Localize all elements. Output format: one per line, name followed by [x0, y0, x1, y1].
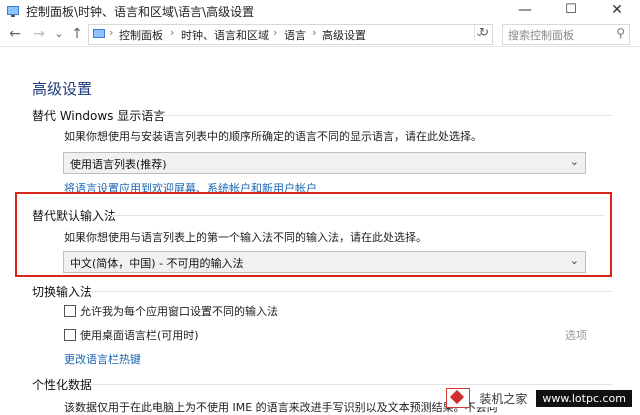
display-language-value: 使用语言列表(推荐)	[70, 158, 167, 171]
breadcrumb-control-panel[interactable]: 控制面板	[119, 27, 163, 43]
breadcrumb-advanced-settings[interactable]: 高级设置	[322, 27, 366, 43]
personalization-description: 该数据仅用于在此电脑上为不使用 IME 的语言来改进手写识别以及文本预测结果。不…	[64, 401, 498, 414]
section-heading-personalization: 个性化数据	[32, 378, 93, 392]
section-heading-switch-input: 切换输入法	[32, 285, 93, 299]
watermark: 装机之家 www.lotpc.com	[446, 387, 632, 409]
address-icon	[92, 27, 106, 41]
change-hotkeys-link[interactable]: 更改语言栏热键	[64, 351, 141, 367]
section-heading-display-language: 替代 Windows 显示语言	[32, 109, 166, 123]
window-title: 控制面板\时钟、语言和区域\语言\高级设置	[26, 5, 255, 19]
section-divider	[90, 291, 612, 292]
display-language-select[interactable]: 使用语言列表(推荐) ⌄	[63, 152, 586, 174]
section-divider	[160, 115, 612, 116]
per-app-input-label[interactable]: 允许我为每个应用窗口设置不同的输入法	[80, 303, 278, 319]
default-input-select[interactable]: 中文(简体，中国) - 不可用的输入法 ⌄	[63, 251, 586, 273]
language-bar-options-link[interactable]: 选项	[565, 327, 587, 343]
breadcrumb-clock-language-region[interactable]: 时钟、语言和区域	[181, 27, 269, 43]
chevron-down-icon: ⌄	[569, 254, 579, 267]
breadcrumb-separator: ›	[273, 26, 278, 39]
watermark-logo-icon	[446, 388, 471, 408]
title-bar: 控制面板\时钟、语言和区域\语言\高级设置 — ☐ ✕	[0, 0, 640, 22]
section-heading-default-input: 替代默认输入法	[32, 209, 117, 223]
back-button[interactable]: ←	[6, 25, 24, 43]
display-language-description: 如果你想使用与安装语言列表中的顺序所确定的语言不同的显示语言，请在此处选择。	[64, 130, 482, 143]
default-input-description: 如果你想使用与语言列表上的第一个输入法不同的输入法，请在此处选择。	[64, 231, 427, 244]
chevron-down-icon: ⌄	[569, 155, 579, 168]
navigation-bar: ← → ⌄ ↑ › 控制面板 › 时钟、语言和区域 › 语言 › 高级设置 ⌄ …	[0, 22, 640, 47]
desktop-language-bar-checkbox[interactable]	[64, 329, 76, 341]
section-divider	[90, 384, 612, 385]
search-placeholder: 搜索控制面板	[508, 29, 574, 42]
search-icon[interactable]: ⚲	[616, 26, 625, 40]
breadcrumb-language[interactable]: 语言	[284, 27, 306, 43]
per-app-input-checkbox[interactable]	[64, 305, 76, 317]
recent-locations-dropdown[interactable]: ⌄	[50, 25, 68, 43]
close-button[interactable]: ✕	[594, 0, 640, 22]
section-divider	[110, 215, 605, 216]
breadcrumb-separator: ›	[109, 26, 114, 39]
search-box[interactable]: 搜索控制面板 ⚲	[502, 24, 630, 45]
watermark-text: 装机之家	[476, 389, 531, 407]
refresh-icon[interactable]: ↻	[474, 25, 493, 41]
breadcrumb-separator: ›	[170, 26, 175, 39]
up-button[interactable]: ↑	[68, 25, 86, 43]
watermark-url: www.lotpc.com	[536, 389, 632, 407]
control-panel-icon	[6, 4, 20, 18]
page-title: 高级设置	[32, 80, 93, 98]
forward-button[interactable]: →	[30, 25, 48, 43]
address-bar[interactable]: › 控制面板 › 时钟、语言和区域 › 语言 › 高级设置 ⌄	[88, 24, 493, 45]
minimize-button[interactable]: —	[502, 0, 548, 22]
maximize-button[interactable]: ☐	[548, 0, 594, 22]
desktop-language-bar-label[interactable]: 使用桌面语言栏(可用时)	[80, 327, 199, 343]
breadcrumb-separator: ›	[312, 26, 317, 39]
default-input-value: 中文(简体，中国) - 不可用的输入法	[70, 257, 244, 270]
